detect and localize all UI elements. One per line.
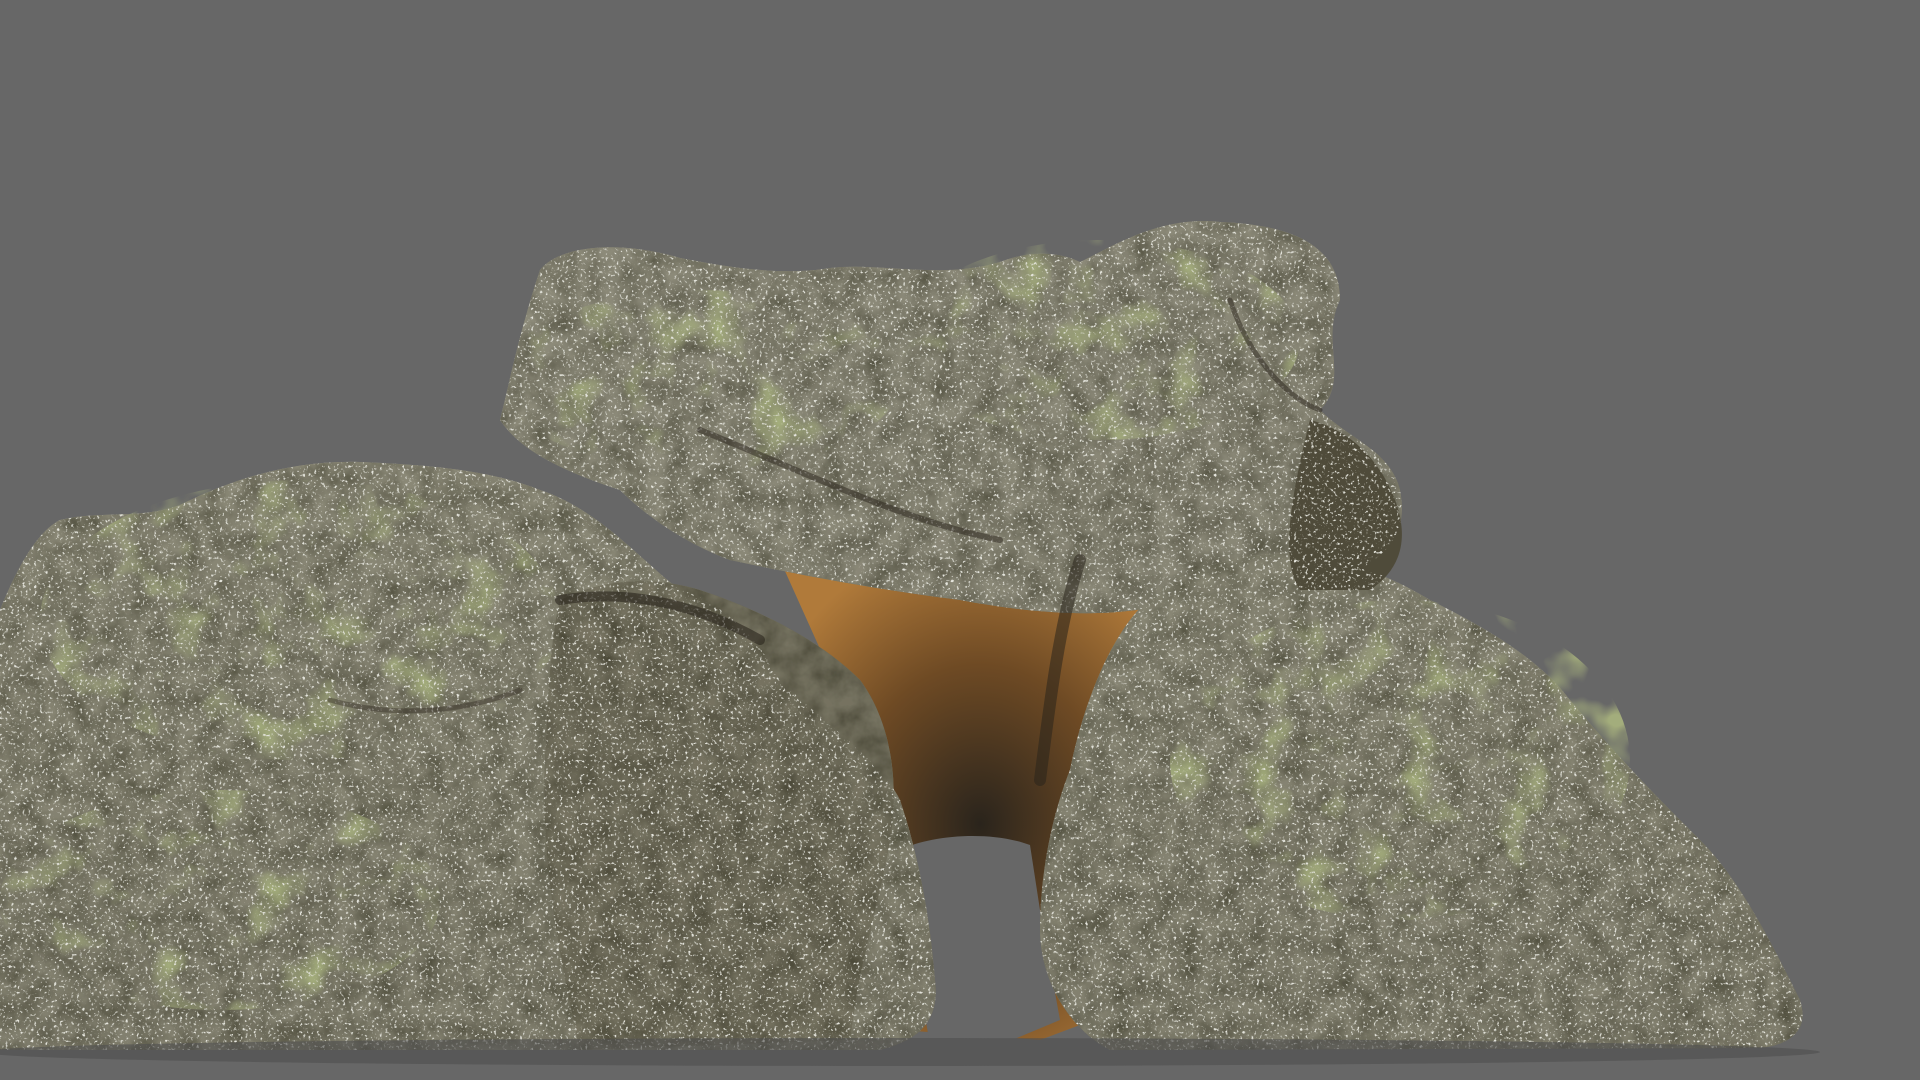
rock-scene (0, 221, 1820, 1066)
render-viewport (0, 0, 1920, 1080)
ground-shadow (0, 1038, 1820, 1066)
